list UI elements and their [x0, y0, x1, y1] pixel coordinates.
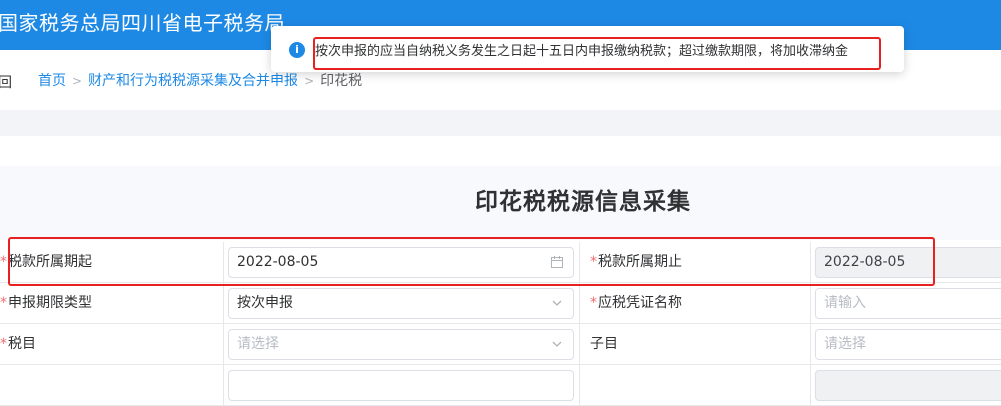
form-row-partial: [0, 365, 1001, 406]
partial-label-cell: [0, 365, 224, 406]
declaration-type-value: 按次申报: [237, 295, 293, 311]
voucher-name-input[interactable]: 请输入: [815, 288, 1001, 319]
sub-item-label: 子目: [580, 324, 811, 365]
tax-item-placeholder: 请选择: [237, 336, 279, 352]
required-mark: *: [0, 336, 7, 352]
partial-right-value-cell: [811, 365, 1001, 406]
tax-period-end-label: *税款所属期止: [580, 242, 811, 283]
declaration-type-select[interactable]: 按次申报: [228, 288, 574, 319]
required-mark: *: [0, 295, 7, 311]
required-mark: *: [0, 254, 7, 270]
declaration-type-cell: 按次申报: [224, 283, 580, 324]
form-title: 印花税税源信息采集: [475, 189, 691, 215]
info-icon: i: [289, 42, 305, 58]
breadcrumb-property-tax[interactable]: 财产和行为税税源采集及合并申报: [88, 73, 298, 89]
partial-value-cell: [224, 365, 580, 406]
calendar-icon[interactable]: [551, 248, 563, 279]
tax-period-end-cell: 2022-08-05: [811, 242, 1001, 283]
back-link[interactable]: 回: [0, 72, 12, 92]
tax-item-select[interactable]: 请选择: [228, 329, 574, 360]
chevron-down-icon[interactable]: [551, 330, 563, 361]
voucher-name-cell: 请输入: [811, 283, 1001, 324]
required-mark: *: [590, 254, 597, 270]
chevron-right-icon: >: [72, 74, 83, 88]
notice-message: i 按次申报的应当自纳税义务发生之日起十五日内申报缴纳税款；超过缴款期限，将加收…: [271, 26, 904, 72]
form-row-declaration: *申报期限类型 按次申报 *应税凭证名称 请输入: [0, 283, 1001, 324]
partial-input[interactable]: [228, 370, 574, 401]
sub-item-select[interactable]: 请选择: [815, 329, 1001, 360]
tax-period-end-input: 2022-08-05: [815, 247, 1001, 278]
partial-right-label-cell: [580, 365, 811, 406]
form-row-period: *税款所属期起 2022-08-05 *税款所属期止 2022-08-05: [0, 242, 1001, 283]
tax-period-start-input[interactable]: 2022-08-05: [228, 247, 574, 278]
chevron-right-icon: >: [304, 74, 315, 88]
voucher-name-label: *应税凭证名称: [580, 283, 811, 324]
site-title: 国家税务总局四川省电子税务局: [0, 11, 285, 35]
required-mark: *: [590, 295, 597, 311]
partial-right-input: [815, 370, 1001, 401]
tax-item-label: *税目: [0, 324, 224, 365]
tax-item-cell: 请选择: [224, 324, 580, 365]
sub-item-cell: 请选择: [811, 324, 1001, 365]
notice-text: 按次申报的应当自纳税义务发生之日起十五日内申报缴纳税款；超过缴款期限，将加收滞纳…: [315, 44, 849, 59]
breadcrumb-home[interactable]: 首页: [38, 73, 66, 89]
breadcrumb-current: 印花税: [320, 73, 363, 89]
tax-period-start-label: *税款所属期起: [0, 242, 224, 283]
tax-period-start-cell: 2022-08-05: [224, 242, 580, 283]
section-divider: [0, 110, 1001, 136]
form-row-item: *税目 请选择 子目 请选择: [0, 324, 1001, 365]
tax-period-start-value: 2022-08-05: [237, 254, 319, 270]
breadcrumb: 首页 > 财产和行为税税源采集及合并申报 > 印花税: [38, 72, 362, 90]
declaration-type-label: *申报期限类型: [0, 283, 224, 324]
chevron-down-icon[interactable]: [551, 289, 563, 320]
